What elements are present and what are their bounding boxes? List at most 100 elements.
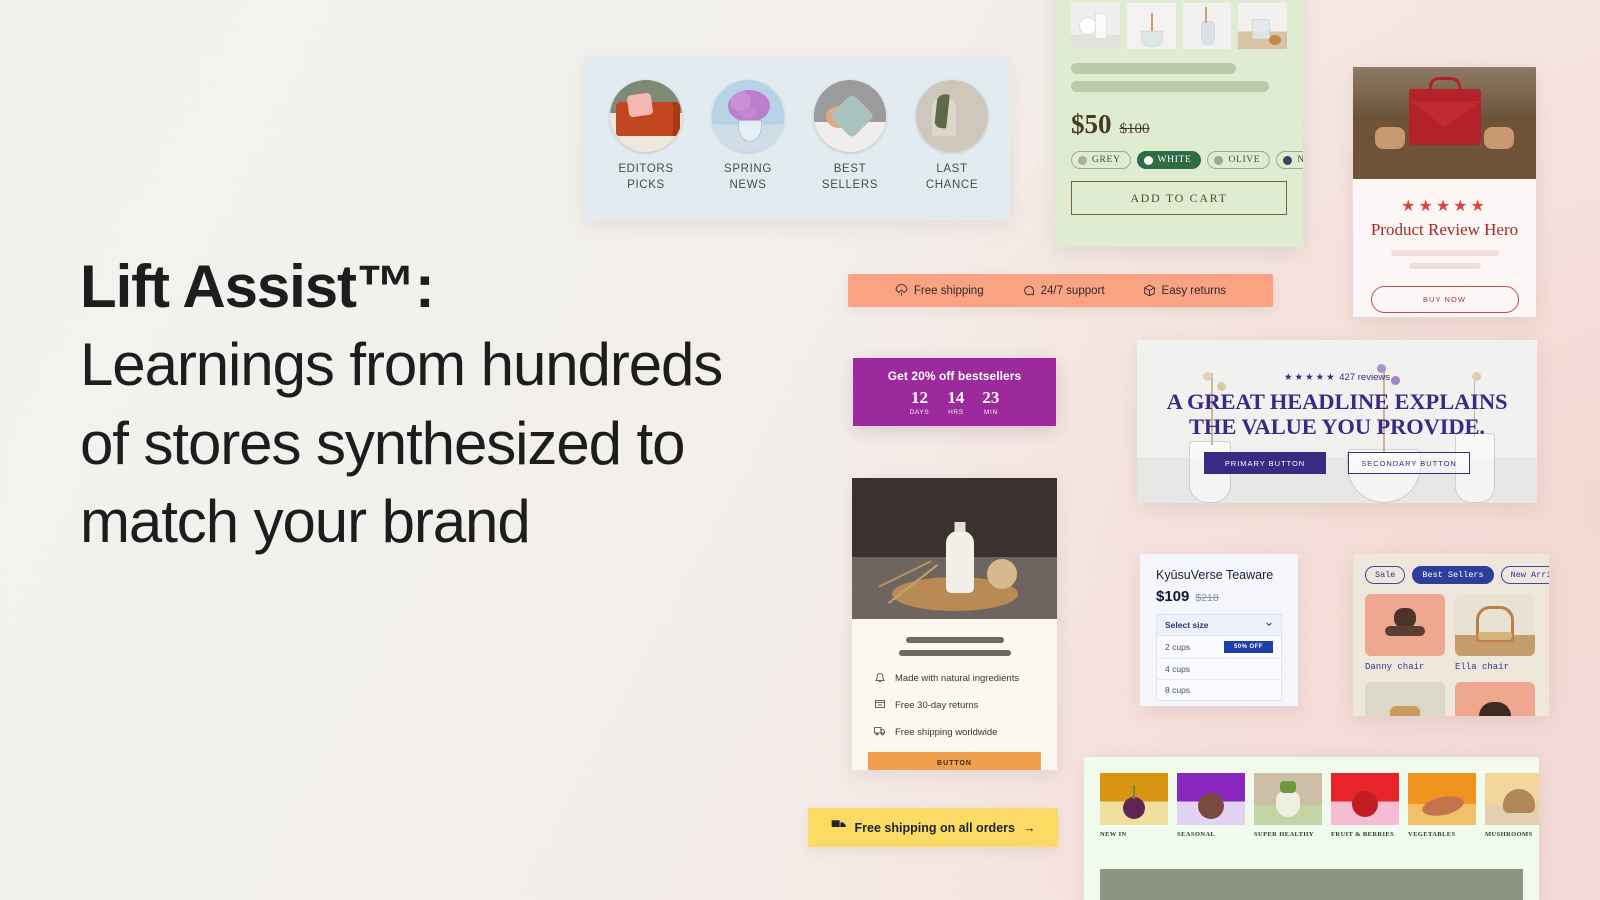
feature-label: Made with natural ingredients	[895, 673, 1020, 684]
food-category-label: NEW IN	[1100, 831, 1127, 838]
parachute-icon	[895, 284, 908, 297]
product-title-placeholder	[1071, 63, 1236, 74]
food-category-new-in[interactable]: NEW IN	[1100, 773, 1168, 838]
product-grid-row	[1353, 672, 1549, 716]
category-item-last-chance[interactable]: LAST CHANCE	[916, 80, 988, 193]
teaware-price-current: $109	[1156, 588, 1190, 605]
category-thumbnail-chair	[916, 80, 988, 152]
product-cell-third[interactable]	[1365, 682, 1445, 716]
product-thumbnail[interactable]	[1126, 3, 1176, 49]
teaware-price-original: $218	[1195, 592, 1219, 604]
natural-card-cta-button[interactable]: BUTTON	[868, 752, 1041, 770]
product-name: Danny chair	[1365, 662, 1425, 672]
add-to-cart-button[interactable]: ADD TO CART	[1071, 181, 1287, 215]
food-category-super-healthy[interactable]: SUPER HEALTHY	[1254, 773, 1322, 838]
product-thumbnail[interactable]	[1238, 3, 1287, 49]
product-detail-card: $50 $100 GREY WHITE OLIVE NAVY ADD TO CA…	[1055, 0, 1303, 247]
product-cell-fourth[interactable]	[1455, 682, 1535, 716]
size-option-4-cups[interactable]: 4 cups	[1157, 659, 1281, 680]
collection-filter-card: Sale Best Sellers New Arrivals Danny cha…	[1353, 554, 1549, 716]
color-swatch-olive[interactable]: OLIVE	[1207, 151, 1271, 169]
filter-chip-sale[interactable]: Sale	[1365, 566, 1406, 584]
food-image	[1485, 773, 1539, 825]
food-image	[1177, 773, 1245, 825]
color-swatch-grey[interactable]: GREY	[1071, 151, 1131, 169]
product-cell-danny-chair[interactable]: Danny chair	[1365, 594, 1445, 672]
product-color-swatches: GREY WHITE OLIVE NAVY	[1071, 151, 1303, 169]
trust-item-support[interactable]: 24/7 support	[1022, 284, 1105, 297]
food-category-label: MUSHROOMS	[1485, 831, 1533, 838]
free-shipping-banner[interactable]: Free shipping on all orders →	[808, 808, 1058, 847]
review-text-placeholder	[1408, 263, 1481, 269]
product-cell-ella-chair[interactable]: Ella chair	[1455, 594, 1535, 672]
filter-chip-new-arrivals[interactable]: New Arrivals	[1500, 566, 1549, 584]
size-selector-header[interactable]: Select size	[1157, 615, 1281, 636]
product-thumbnail-strip	[1071, 3, 1287, 49]
teaware-title: KyūsuVerse Teaware	[1156, 568, 1274, 582]
category-item-editors-picks[interactable]: EDITORS PICKS	[610, 80, 682, 193]
category-item-spring-news[interactable]: SPRING NEWS	[712, 80, 784, 193]
filter-chip-best-sellers[interactable]: Best Sellers	[1412, 566, 1494, 584]
product-price-current: $50	[1071, 109, 1112, 139]
food-category-seasonal[interactable]: SEASONAL	[1177, 773, 1245, 838]
food-strip-footer-block	[1100, 869, 1523, 900]
natural-product-image	[852, 478, 1057, 619]
product-grid-row: Danny chair Ella chair	[1353, 584, 1549, 672]
countdown-unit-minutes: 23 MIN	[982, 388, 1000, 416]
category-label: SPRING NEWS	[724, 163, 772, 191]
food-category-label: SEASONAL	[1177, 831, 1216, 838]
shipping-banner-label: Free shipping on all orders	[854, 820, 1015, 835]
product-image	[1455, 682, 1535, 716]
color-swatch-navy[interactable]: NAVY	[1276, 151, 1303, 169]
color-swatch-white[interactable]: WHITE	[1136, 151, 1202, 169]
hero-heading: A GREAT HEADLINE EXPLAINS THE VALUE YOU P…	[1166, 389, 1508, 440]
countdown-promo-card: Get 20% off bestsellers 12 DAYS 14 HRS 2…	[853, 358, 1056, 426]
page-title-body: Learnings from hundreds of stores synthe…	[80, 331, 723, 555]
feature-item-returns: Free 30-day returns	[874, 698, 1057, 713]
delivery-truck-icon	[831, 817, 847, 838]
product-thumbnail[interactable]	[1182, 3, 1232, 49]
food-category-strip-card: NEW IN SEASONAL SUPER HEALTHY FRUIT & BE…	[1084, 757, 1539, 900]
food-image	[1254, 773, 1322, 825]
food-category-label: FRUIT & BERRIES	[1331, 831, 1395, 838]
product-thumbnail[interactable]	[1071, 3, 1120, 49]
chevron-down-icon	[1265, 620, 1273, 630]
food-image	[1408, 773, 1476, 825]
product-price-original: $100	[1119, 121, 1150, 137]
hero-review-summary: ★★★★★ 427 reviews	[1137, 340, 1537, 383]
page-canvas: Lift Assist™: Learnings from hundreds of …	[0, 0, 1600, 900]
hero-secondary-button[interactable]: SECONDARY BUTTON	[1348, 452, 1470, 475]
food-category-vegetables[interactable]: VEGETABLES	[1408, 773, 1476, 838]
category-carousel-card: EDITORS PICKS SPRING NEWS BEST SELLERS LAST…	[584, 57, 1010, 220]
trust-item-free-shipping[interactable]: Free shipping	[895, 284, 984, 297]
hero-review-count: 427 reviews	[1339, 372, 1390, 383]
food-category-mushrooms[interactable]: MUSHROOMS	[1485, 773, 1539, 838]
headline-hero-card: ★★★★★ 427 reviews A GREAT HEADLINE EXPLA…	[1137, 340, 1537, 503]
star-rating-icon: ★★★★★	[1401, 198, 1488, 215]
countdown-unit-days: 12 DAYS	[909, 388, 930, 416]
handbag-illustration	[1408, 89, 1481, 145]
buy-now-button[interactable]: BUY NOW	[1370, 286, 1519, 313]
product-description-placeholder	[898, 650, 1011, 656]
size-option-8-cups[interactable]: 8 cups	[1157, 680, 1281, 700]
trust-label: Free shipping	[913, 284, 984, 297]
hero-primary-button[interactable]: PRIMARY BUTTON	[1204, 452, 1326, 475]
category-thumbnail-pillow	[814, 80, 886, 152]
food-category-fruit-berries[interactable]: FRUIT & BERRIES	[1331, 773, 1399, 838]
product-feature-list: Made with natural ingredients Free 30-da…	[874, 671, 1057, 740]
size-option-2-cups[interactable]: 2 cups 50% OFF	[1157, 636, 1281, 659]
trust-badge-bar: Free shipping 24/7 support Easy returns	[848, 274, 1273, 307]
review-hero-image	[1353, 67, 1536, 179]
size-selector-label: Select size	[1165, 620, 1209, 630]
bell-icon	[874, 671, 886, 686]
food-category-label: SUPER HEALTHY	[1254, 831, 1314, 838]
trust-label: Easy returns	[1161, 284, 1227, 297]
food-category-row: NEW IN SEASONAL SUPER HEALTHY FRUIT & BE…	[1084, 757, 1539, 838]
trust-item-returns[interactable]: Easy returns	[1143, 284, 1227, 297]
category-item-best-sellers[interactable]: BEST SELLERS	[814, 80, 886, 193]
hero-button-group: PRIMARY BUTTON SECONDARY BUTTON	[1137, 452, 1537, 475]
trust-label: 24/7 support	[1040, 284, 1105, 297]
product-image	[1365, 594, 1445, 656]
product-name: Ella chair	[1455, 662, 1510, 672]
food-image	[1331, 773, 1399, 825]
